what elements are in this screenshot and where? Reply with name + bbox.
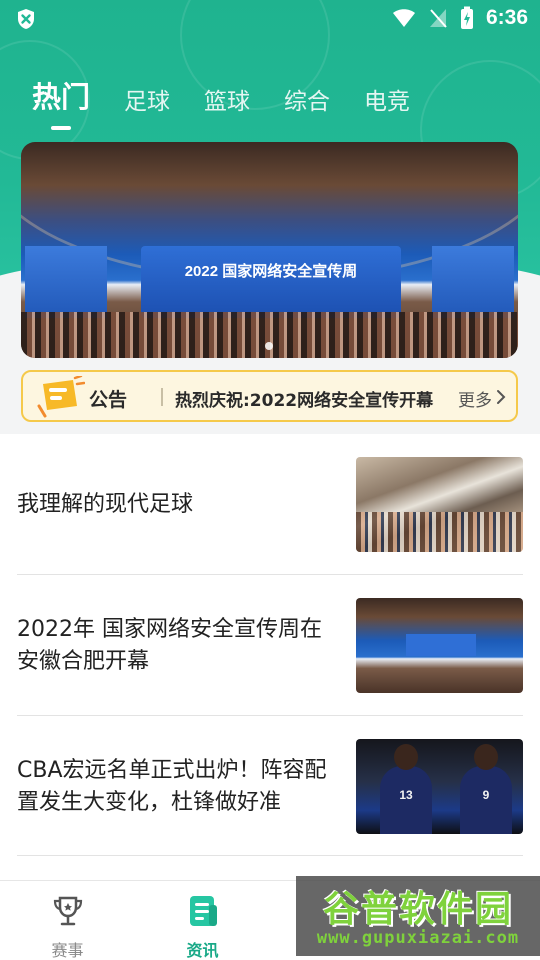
banner-main-screen: 2022 国家网络安全宣传周 bbox=[141, 246, 401, 318]
watermark-title: 谷普软件园 bbox=[322, 889, 513, 930]
megaphone-icon bbox=[37, 376, 85, 418]
tab-esports[interactable]: 电竞 bbox=[364, 82, 410, 116]
watermark-url: www.gupuxiazai.com bbox=[316, 928, 520, 948]
shield-icon bbox=[18, 9, 34, 29]
no-signal-icon bbox=[429, 9, 447, 28]
list-item[interactable]: 2022年 国家网络安全宣传周在安徽合肥开幕 bbox=[17, 575, 523, 716]
list-item[interactable]: CBA宏远名单正式出炉！阵容配置发生大变化，杜锋做好准 13 9 bbox=[17, 716, 523, 857]
status-bar: 6:36 bbox=[0, 0, 540, 38]
banner-screen-text: 2022 国家网络安全宣传周 bbox=[184, 263, 358, 280]
carousel-indicator[interactable] bbox=[265, 342, 273, 350]
nav-matches[interactable]: 赛事 bbox=[0, 881, 135, 960]
announcement-text[interactable]: 热烈庆祝:2022网络安全宣传开幕 bbox=[175, 386, 433, 411]
wifi-icon bbox=[392, 9, 415, 27]
tab-general[interactable]: 综合 bbox=[284, 82, 330, 116]
trophy-icon bbox=[53, 896, 82, 926]
jersey-number: 13 bbox=[399, 788, 413, 802]
article-title[interactable]: CBA宏远名单正式出炉！阵容配置发生大变化，杜锋做好准 bbox=[17, 716, 327, 857]
chevron-right-icon[interactable] bbox=[496, 389, 506, 405]
player-head bbox=[394, 744, 418, 770]
player-figure: 13 bbox=[380, 744, 432, 834]
jersey-number: 9 bbox=[482, 788, 490, 802]
list-item[interactable]: 我理解的现代足球 bbox=[17, 434, 523, 575]
player-head bbox=[474, 744, 498, 770]
tab-hot[interactable]: 热门 bbox=[32, 74, 90, 116]
article-title[interactable]: 2022年 国家网络安全宣传周在安徽合肥开幕 bbox=[17, 575, 327, 716]
nav-label: 资讯 bbox=[186, 941, 219, 960]
status-time: 6:36 bbox=[485, 6, 528, 29]
news-icon bbox=[189, 896, 217, 926]
more-link[interactable]: 更多 bbox=[458, 386, 492, 411]
announcement-label: 公告 bbox=[89, 389, 128, 411]
article-thumbnail[interactable] bbox=[356, 598, 523, 693]
article-title[interactable]: 我理解的现代足球 bbox=[17, 434, 327, 575]
battery-charging-icon bbox=[460, 6, 473, 29]
nav-news[interactable]: 资讯 bbox=[135, 881, 270, 960]
banner-audience bbox=[21, 312, 518, 358]
article-thumbnail[interactable]: 13 9 bbox=[356, 739, 523, 834]
watermark-logo: 谷普软件园 www.gupuxiazai.com bbox=[296, 876, 540, 956]
category-tabs: 热门 足球 篮球 综合 电竞 bbox=[32, 74, 410, 116]
divider bbox=[17, 855, 523, 856]
article-thumbnail[interactable] bbox=[356, 457, 523, 552]
tab-basketball[interactable]: 篮球 bbox=[204, 82, 250, 116]
announcement-bar[interactable]: 公告 热烈庆祝:2022网络安全宣传开幕 更多 bbox=[21, 370, 518, 422]
tab-football[interactable]: 足球 bbox=[124, 82, 170, 116]
banner-side-screen bbox=[432, 246, 514, 318]
banner-carousel[interactable]: 2022 国家网络安全宣传周 bbox=[21, 142, 518, 358]
announcement-divider bbox=[161, 388, 163, 406]
thumbnail-screen bbox=[406, 634, 476, 656]
player-figure: 9 bbox=[460, 744, 512, 834]
news-list: 我理解的现代足球 2022年 国家网络安全宣传周在安徽合肥开幕 CBA宏远名单正… bbox=[0, 434, 540, 880]
banner-side-screen bbox=[25, 246, 107, 318]
nav-label: 赛事 bbox=[51, 941, 84, 960]
